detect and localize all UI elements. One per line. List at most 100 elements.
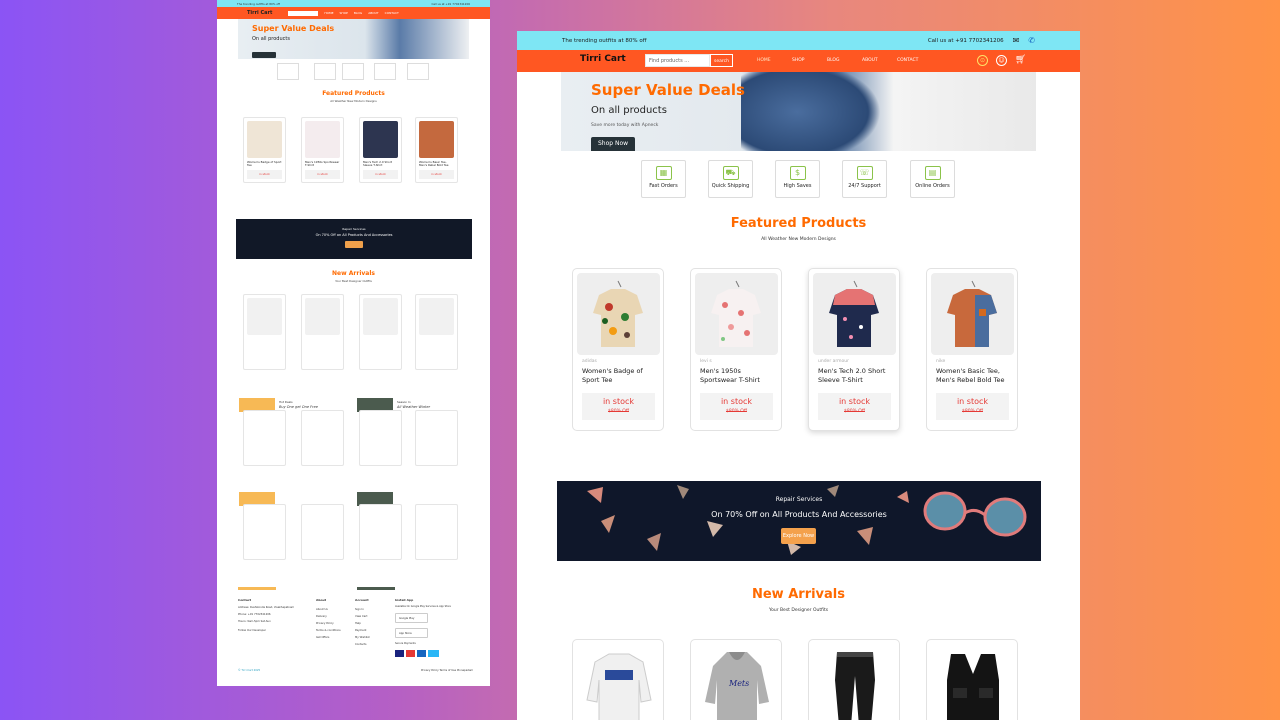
- mini-nav-home: HOME: [324, 11, 334, 15]
- product-card[interactable]: under armour Men's Tech 2.0 Short Sleeve…: [808, 268, 900, 431]
- arrival-vest-image: [947, 654, 999, 720]
- mini-arrivals-title: New Arrivals: [332, 270, 375, 277]
- brand-logo[interactable]: Tirri Cart: [580, 54, 626, 64]
- mini-featured-title: Featured Products: [322, 90, 385, 97]
- mini-arrival-card: [415, 294, 458, 370]
- search-input[interactable]: Find products ...: [645, 54, 710, 67]
- product-stock-box: in stock $80% Off: [582, 393, 655, 420]
- arrival-card[interactable]: [572, 639, 664, 720]
- feature-label: 24/7 Support: [848, 183, 881, 189]
- mini-arrival-card: [359, 504, 402, 560]
- mini-hero: Super Value Deals On all products: [238, 19, 469, 59]
- search-button[interactable]: search: [710, 54, 733, 67]
- mini-arrival-card: [301, 410, 344, 466]
- mini-product-card: Men's 1950s Sportswear T-Shirt in stock: [301, 117, 344, 183]
- explore-now-button[interactable]: Explore Now: [781, 528, 816, 544]
- mini-promo-headline: On 70% Off on All Products And Accessori…: [315, 233, 393, 237]
- mini-feature: [314, 63, 336, 80]
- product-name: Women's Badge of Sport Tee: [582, 367, 643, 384]
- feature-online-orders: ▤ Online Orders: [910, 160, 955, 198]
- nav-icons: ⊙ ☺ 🛒︎: [977, 55, 1026, 66]
- mini-payment-icons: [395, 650, 439, 657]
- nav-home[interactable]: HOME: [757, 58, 792, 63]
- mini-search: [288, 10, 319, 16]
- product-card[interactable]: adidas Women's Badge of Sport Tee in sto…: [572, 268, 664, 431]
- call-text: Call us at +91 7702341206: [927, 37, 1004, 44]
- nav-about[interactable]: ABOUT: [862, 58, 897, 63]
- product-price: $80% Off: [962, 409, 983, 414]
- user-icon[interactable]: ☺: [996, 55, 1007, 66]
- featured-title: Featured Products: [730, 216, 867, 231]
- mini-navbar: Tirri Cart HOME SHOP BLOG ABOUT CONTACT: [217, 7, 490, 19]
- feature-label: Fast Orders: [649, 183, 678, 189]
- feature-quick-shipping: ⛟ Quick Shipping: [708, 160, 753, 198]
- mini-deal2-label: Season In: [397, 400, 411, 404]
- mini-featured-sub: All Weather New Modern Designs: [330, 99, 377, 103]
- mini-pay-text: Secure Payments: [395, 642, 416, 645]
- cart-icon[interactable]: 🛒︎: [1015, 55, 1026, 66]
- product-name: Men's 1950s Sportswear T-Shirt: [700, 367, 760, 384]
- product-price: $80% Off: [844, 409, 865, 414]
- mini-arrival-card: [359, 294, 402, 370]
- orders-icon: ▦: [655, 166, 672, 180]
- mini-product-card: Men's Tech 2.0 Short Sleeve T-Shirt in st…: [359, 117, 402, 183]
- mini-nav-about: ABOUT: [368, 11, 379, 15]
- svg-text:Mets: Mets: [728, 679, 749, 688]
- mini-nav-blog: BLOG: [353, 11, 363, 15]
- product-name: Women's Basic Tee, Men's Rebel Bold Tee: [936, 367, 1005, 384]
- nav-contact[interactable]: CONTACT: [897, 58, 932, 63]
- arrival-hoodie-image: Mets: [705, 652, 769, 720]
- support-icon: ☏: [856, 166, 873, 180]
- mini-topbar-text: The trending outfits at 80% off: [237, 1, 280, 6]
- arrival-card[interactable]: Mets: [690, 639, 782, 720]
- mini-footer-contact: Contact: [238, 598, 252, 602]
- hero-banner: Super Value Deals On all products Save m…: [561, 72, 1036, 151]
- shop-now-button[interactable]: Shop Now: [591, 137, 635, 151]
- mini-feature: [407, 63, 429, 80]
- mini-arrival-card: [415, 410, 458, 466]
- mini-footer-install: Install App: [395, 598, 414, 602]
- product-card[interactable]: nike Women's Basic Tee, Men's Rebel Bold…: [926, 268, 1018, 431]
- mini-arrival-card: [243, 504, 286, 560]
- coin-icon[interactable]: ⊙: [977, 55, 988, 66]
- arrival-card[interactable]: [808, 639, 900, 720]
- top-announcement-bar: The trending outfits at 80% off Call us …: [517, 31, 1080, 50]
- hero-subtitle: On all products: [591, 105, 667, 116]
- saves-icon: $: [789, 166, 806, 180]
- feature-label: Quick Shipping: [711, 183, 750, 189]
- product-card[interactable]: levi s Men's 1950s Sportswear T-Shirt in…: [690, 268, 782, 431]
- stock-status: in stock: [956, 397, 989, 406]
- product-price: $80% Off: [608, 409, 629, 414]
- stock-status: in stock: [602, 397, 635, 406]
- product-brand: adidas: [582, 359, 597, 364]
- nav-menu: HOME SHOP BLOG ABOUT CONTACT: [757, 58, 932, 63]
- mail-icon[interactable]: ✉: [1013, 36, 1020, 45]
- product-image: [695, 273, 778, 355]
- feature-support: ☏ 24/7 Support: [842, 160, 887, 198]
- product-image: [931, 273, 1014, 355]
- mini-promo-label: Repair Services: [342, 227, 366, 231]
- hero-jeans-image: [741, 72, 881, 151]
- mini-promo-button: [345, 241, 363, 248]
- mini-topbar: The trending outfits at 80% off Call us …: [217, 0, 490, 7]
- arrival-card[interactable]: [926, 639, 1018, 720]
- feature-high-saves: $ High Saves: [775, 160, 820, 198]
- mini-footer-phone: Phone: +91 7702341206: [238, 613, 271, 616]
- stock-status: in stock: [838, 397, 871, 406]
- phone-icon[interactable]: ✆: [1028, 36, 1035, 45]
- nav-blog[interactable]: BLOG: [827, 58, 862, 63]
- product-stock-box: in stock $80% Off: [818, 393, 891, 420]
- topbar-text: The trending outfits at 80% off: [562, 37, 647, 44]
- feature-label: High Saves: [783, 183, 812, 189]
- promo-headline: On 70% Off on All Products And Accessori…: [711, 510, 887, 519]
- mini-product-card: Women's Basic Tee, Men's Rebel Bold Tee i…: [415, 117, 458, 183]
- mini-call-text: Call us at +91 7702341206: [431, 1, 470, 6]
- product-stock-box: in stock $80% Off: [936, 393, 1009, 420]
- mini-footer-hours: Hours: 9am-5pm Sat-Sun: [238, 620, 271, 623]
- product-brand: nike: [936, 359, 946, 364]
- nav-shop[interactable]: SHOP: [792, 58, 827, 63]
- mini-app-store: App Store: [395, 628, 428, 638]
- arrivals-title: New Arrivals: [751, 587, 845, 602]
- promo-label: Repair Services: [775, 496, 823, 503]
- arrival-pants-image: [835, 652, 875, 720]
